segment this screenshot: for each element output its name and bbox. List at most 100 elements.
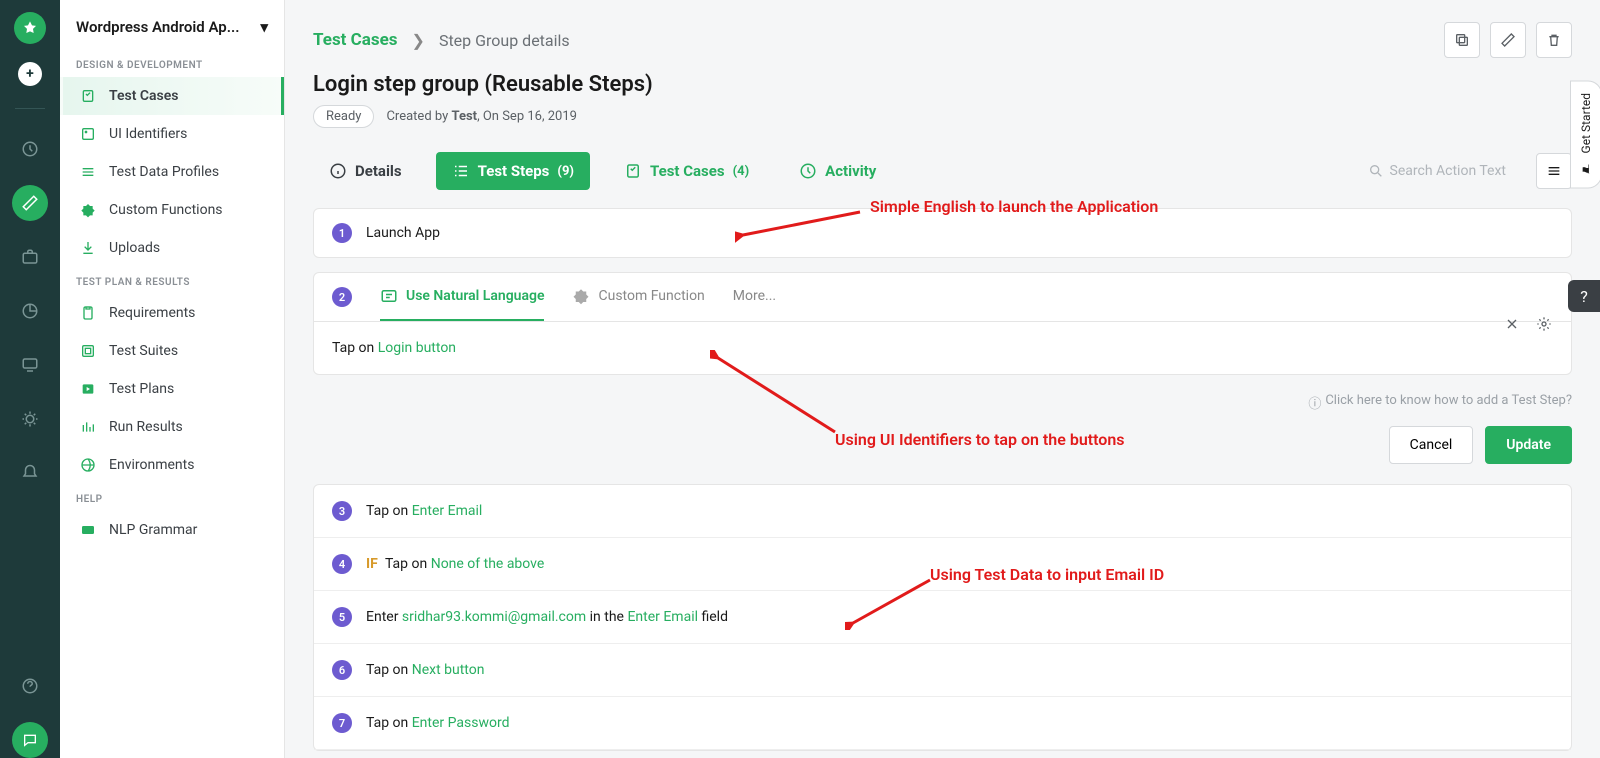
sidebar-item-icon [79,125,97,143]
tabs: Details Test Steps(9) Test Cases(4) Acti… [285,128,1600,190]
step-editor: 2 Use Natural Language Custom Function M… [313,272,1572,375]
sidebar-item-label: Test Suites [109,343,178,359]
chevron-down-icon: ▾ [260,18,268,36]
step-number: 1 [332,223,352,243]
step-text: Tap on Enter Email [366,503,482,519]
page-title: Login step group (Reusable Steps) [313,72,1572,97]
close-icon[interactable] [1501,313,1523,335]
step-tab-nl[interactable]: Use Natural Language [380,273,544,321]
step-tab-cf[interactable]: Custom Function [572,273,704,321]
sidebar-item-label: NLP Grammar [109,522,197,538]
project-name: Wordpress Android Ap... [76,18,240,36]
sidebar-item-label: Requirements [109,305,195,321]
add-button[interactable]: + [18,62,42,86]
dashboard-icon[interactable] [12,131,48,167]
copy-button[interactable] [1444,22,1480,58]
help-float-button[interactable]: ? [1568,280,1600,312]
tab-test-steps[interactable]: Test Steps(9) [436,152,590,190]
sidebar-item-label: Test Plans [109,381,174,397]
sidebar-item-icon [79,239,97,257]
more-menu-button[interactable] [1536,153,1572,189]
step-text: Launch App [366,225,440,241]
sidebar-item-label: UI Identifiers [109,126,187,142]
bell-icon[interactable] [12,455,48,491]
step-number: 4 [332,554,352,574]
sidebar-item-label: Environments [109,457,194,473]
sidebar-item-icon [79,87,97,105]
help-icon[interactable] [12,668,48,704]
chat-icon[interactable] [12,722,48,758]
step-number: 3 [332,501,352,521]
section-help: HELP [60,484,284,511]
sidebar-item[interactable]: Test Cases [60,77,284,115]
step-row[interactable]: 1 Launch App [313,208,1572,258]
step-text: Tap on Next button [366,662,484,678]
step-row[interactable]: 3 Tap on Enter Email [314,485,1571,538]
step-text: Tap on Enter Password [366,715,509,731]
sidebar-item[interactable]: Uploads [60,229,284,267]
sidebar-item[interactable]: Test Suites [60,332,284,370]
tab-details[interactable]: Details [313,152,418,190]
get-started-tab[interactable]: ⚑Get Started [1570,80,1600,188]
step-list: 3 Tap on Enter Email 4 IF Tap on None of th… [313,484,1572,751]
monitor-icon[interactable] [12,347,48,383]
tab-activity[interactable]: Activity [783,152,892,190]
status-badge: Ready [313,105,374,128]
sidebar-item-label: Uploads [109,240,160,256]
design-icon[interactable] [12,185,48,221]
search-icon [1368,163,1384,179]
sidebar-item[interactable]: Test Data Profiles [60,153,284,191]
step-tab-more[interactable]: More... [733,274,776,320]
step-input[interactable]: Tap on Login button [332,336,1553,360]
sidebar-item-label: Test Cases [109,88,178,104]
sidebar-item[interactable]: Run Results [60,408,284,446]
step-row[interactable]: 6 Tap on Next button [314,644,1571,697]
step-text: Enter sridhar93.kommi@gmail.com in the E… [366,609,728,625]
step-number: 5 [332,607,352,627]
breadcrumb: Test Cases ❯ Step Group details [285,0,1600,58]
project-selector[interactable]: Wordpress Android Ap... ▾ [60,18,284,50]
cancel-button[interactable]: Cancel [1389,426,1474,464]
reports-icon[interactable] [12,293,48,329]
search-input[interactable]: Search Action Text [1368,163,1506,179]
sidebar-item-icon [79,521,97,539]
step-row[interactable]: 5 Enter sridhar93.kommi@gmail.com in the … [314,591,1571,644]
bug-icon[interactable] [12,401,48,437]
tab-test-cases[interactable]: Test Cases(4) [608,152,765,190]
sidebar-item-label: Test Data Profiles [109,164,219,180]
sidebar-item-icon [79,342,97,360]
step-row[interactable]: 4 IF Tap on None of the above [314,538,1571,591]
help-hint[interactable]: ⓘClick here to know how to add a Test St… [285,393,1600,412]
sidebar-item-icon [79,163,97,181]
step-text: IF Tap on None of the above [366,556,544,572]
sidebar: Wordpress Android Ap... ▾ DESIGN & DEVEL… [60,0,285,758]
gear-icon[interactable] [1533,313,1555,335]
sidebar-item-label: Custom Functions [109,202,223,218]
nav-rail: + [0,0,60,758]
sidebar-item-label: Run Results [109,419,183,435]
sidebar-item[interactable]: UI Identifiers [60,115,284,153]
step-row[interactable]: 7 Tap on Enter Password [314,697,1571,750]
delete-button[interactable] [1536,22,1572,58]
update-button[interactable]: Update [1485,426,1572,464]
step-number: 2 [332,287,352,307]
step-number: 6 [332,660,352,680]
breadcrumb-root[interactable]: Test Cases [313,30,398,50]
section-plan: TEST PLAN & RESULTS [60,267,284,294]
sidebar-item-icon [79,304,97,322]
sidebar-item[interactable]: Requirements [60,294,284,332]
main-content: Test Cases ❯ Step Group details Login st… [285,0,1600,758]
edit-button[interactable] [1490,22,1526,58]
sidebar-item-icon [79,380,97,398]
sidebar-item[interactable]: NLP Grammar [60,511,284,549]
step-number: 7 [332,713,352,733]
app-logo [14,12,46,44]
sidebar-item-icon [79,418,97,436]
sidebar-item[interactable]: Custom Functions [60,191,284,229]
briefcase-icon[interactable] [12,239,48,275]
sidebar-item[interactable]: Test Plans [60,370,284,408]
breadcrumb-current: Step Group details [439,31,570,50]
created-meta: Created by Test, On Sep 16, 2019 [386,109,577,124]
sidebar-item[interactable]: Environments [60,446,284,484]
sidebar-item-icon [79,456,97,474]
